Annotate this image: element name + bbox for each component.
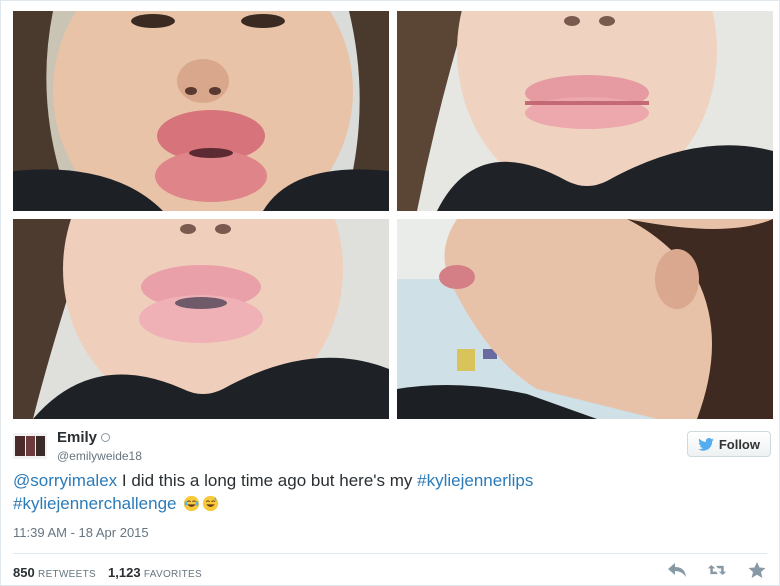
twitter-bird-icon (698, 437, 714, 451)
reply-icon[interactable] (667, 561, 687, 579)
favorites-stat[interactable]: 1,123 FAVORITES (108, 565, 202, 580)
photo-grid (13, 11, 775, 419)
smiling-face-with-sweat-icon (203, 495, 219, 512)
photo-1-image (13, 11, 389, 211)
retweets-stat[interactable]: 850 RETWEETS (13, 565, 96, 580)
photo-2[interactable] (397, 11, 773, 211)
face-with-tears-of-joy-icon (184, 495, 200, 512)
tweet-actions (667, 561, 767, 579)
tweet-text: @sorryimalex I did this a long time ago … (13, 469, 753, 515)
photo-3[interactable] (13, 219, 389, 419)
tweet-body: I did this a long time ago but here's my (117, 471, 418, 490)
favorites-label: FAVORITES (143, 569, 202, 580)
name-line: Emily (57, 429, 111, 446)
tweet-card: Emily @emilyweide18 Follow @sorryimalex … (0, 0, 780, 586)
retweet-icon[interactable] (707, 561, 727, 579)
follow-label: Follow (718, 436, 760, 452)
avatar-image (13, 433, 47, 459)
photo-1[interactable] (13, 11, 389, 211)
status-circle-icon (101, 433, 111, 442)
tweet-timestamp[interactable]: 11:39 AM - 18 Apr 2015 (13, 525, 149, 540)
photo-4[interactable] (397, 219, 773, 419)
photo-3-image (13, 219, 389, 419)
tweet-header: Emily @emilyweide18 Follow (13, 427, 775, 467)
favorite-icon[interactable] (747, 561, 767, 579)
user-name[interactable]: Emily (57, 429, 97, 446)
mention-link[interactable]: @sorryimalex (13, 471, 117, 490)
favorites-count: 1,123 (108, 565, 141, 580)
photo-2-image (397, 11, 773, 211)
avatar[interactable] (13, 433, 47, 459)
hashtag-link-2[interactable]: #kyliejennerchallenge (13, 494, 177, 513)
retweets-label: RETWEETS (38, 569, 97, 580)
divider (13, 553, 767, 554)
follow-button[interactable]: Follow (686, 431, 771, 457)
user-handle[interactable]: @emilyweide18 (57, 449, 142, 463)
retweets-count: 850 (13, 565, 35, 580)
hashtag-link-1[interactable]: #kyliejennerlips (417, 471, 533, 490)
photo-4-image (397, 219, 773, 419)
tweet-stats: 850 RETWEETS 1,123 FAVORITES (13, 565, 202, 580)
